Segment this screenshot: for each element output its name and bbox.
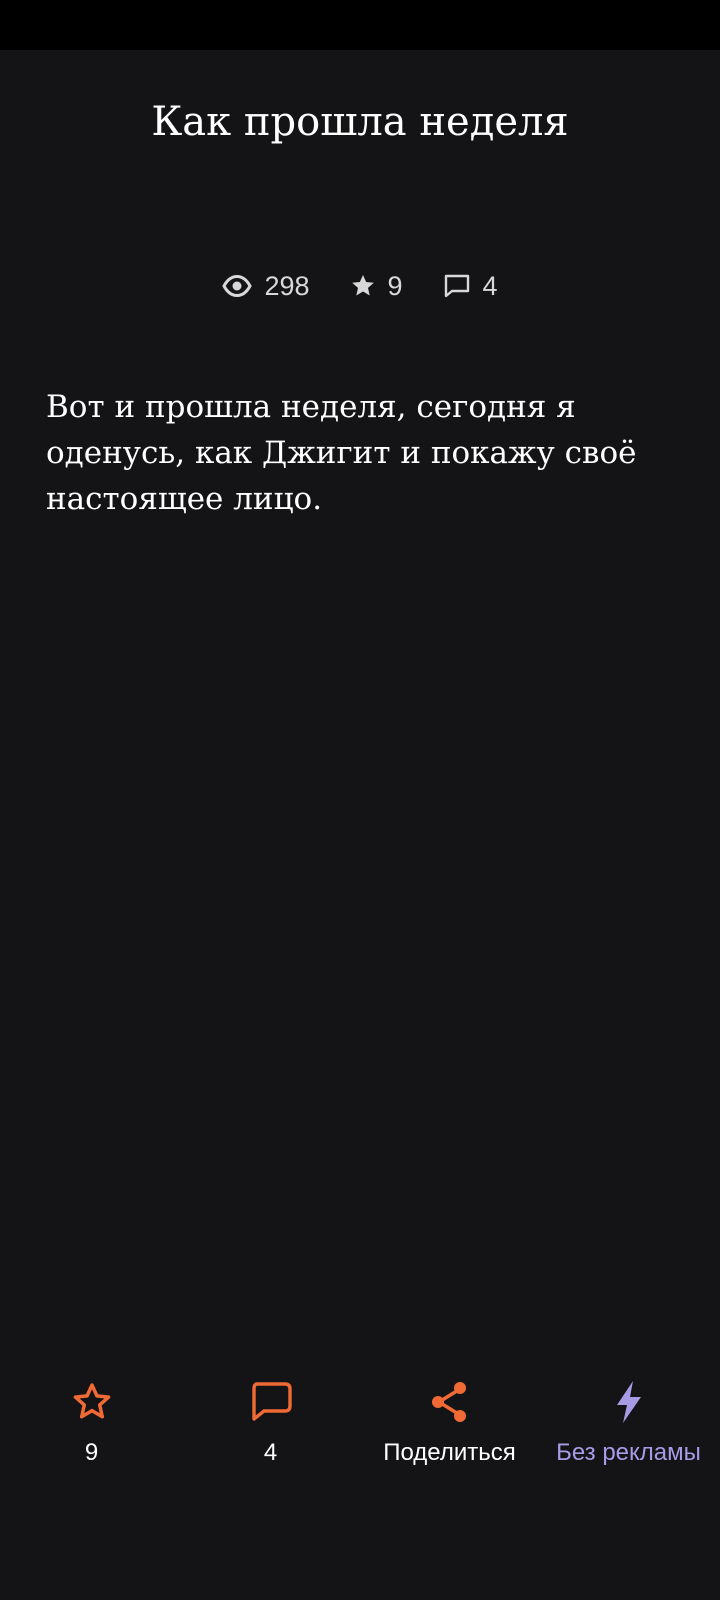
star-icon	[350, 273, 376, 299]
comments-stat: 4	[443, 271, 498, 302]
post-title: Как прошла неделя	[151, 99, 569, 145]
lightning-icon	[605, 1378, 653, 1426]
favorites-stat: 9	[350, 271, 403, 302]
favorite-button[interactable]: 9	[2, 1378, 181, 1468]
no-ads-button[interactable]: Без рекламы	[539, 1378, 718, 1468]
share-label: Поделиться	[383, 1439, 516, 1466]
comment-icon	[443, 273, 471, 299]
comments-count: 4	[482, 270, 498, 301]
share-button[interactable]: Поделиться	[360, 1378, 539, 1468]
post-screen: Как прошла неделя 298 9 4 Вот и прошла н…	[0, 0, 720, 1600]
favorite-count: 9	[84, 1439, 99, 1466]
favorites-count: 9	[387, 270, 403, 301]
views-count: 298	[264, 270, 310, 301]
status-bar	[0, 0, 720, 50]
eye-icon	[222, 275, 253, 297]
share-icon	[426, 1378, 474, 1426]
no-ads-label: Без рекламы	[556, 1439, 701, 1466]
bottom-action-bar: 9 4 Поделиться Без рекламы	[0, 1378, 720, 1488]
star-outline-icon	[68, 1378, 116, 1426]
post-body: Вот и прошла неделя, сегодня я оденусь, …	[46, 389, 637, 517]
comment-count: 4	[263, 1439, 278, 1466]
comment-outline-icon	[247, 1378, 295, 1426]
post-stats: 298 9 4	[0, 262, 720, 310]
views-stat: 298	[222, 270, 310, 302]
comment-button[interactable]: 4	[181, 1378, 360, 1468]
